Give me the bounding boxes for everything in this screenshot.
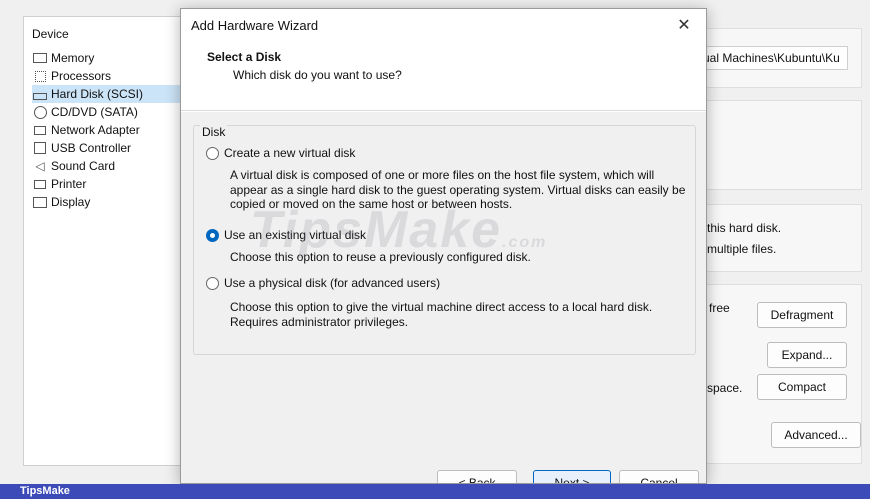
radio-use-physical-disk[interactable] (206, 276, 219, 290)
device-item-memory[interactable]: Memory (32, 49, 182, 67)
dialog-title: Add Hardware Wizard (191, 17, 319, 33)
processor-icon (32, 69, 48, 83)
memory-icon (32, 51, 48, 65)
advanced-button[interactable]: Advanced... (771, 422, 861, 448)
use-existing-disk-label: Use an existing virtual disk (224, 228, 367, 242)
device-label: Memory (51, 51, 95, 65)
radio-create-new-disk[interactable] (206, 146, 219, 160)
cancel-button[interactable]: Cancel (619, 470, 699, 483)
wizard-body: Disk Create a new virtual disk A virtual… (181, 112, 706, 483)
device-item-display[interactable]: Display (32, 193, 182, 211)
device-label: Hard Disk (SCSI) (51, 87, 144, 101)
use-existing-disk-description: Choose this option to reuse a previously… (230, 250, 531, 264)
close-icon[interactable]: ✕ (672, 13, 696, 37)
footer-bar: TipsMake (0, 484, 870, 499)
device-item-printer[interactable]: Printer (32, 175, 182, 193)
speaker-icon: ◁ (35, 159, 45, 173)
defragment-button[interactable]: Defragment (757, 302, 847, 328)
disk-group-label: Disk (200, 125, 228, 139)
disk-info-group (690, 204, 862, 272)
hard-disk-icon (32, 87, 48, 101)
device-label: CD/DVD (SATA) (51, 105, 138, 119)
next-button[interactable]: Next > (533, 470, 611, 483)
create-new-disk-label: Create a new virtual disk (224, 146, 356, 160)
capacity-group (690, 100, 862, 190)
wizard-step-title: Select a Disk (207, 50, 282, 64)
printer-icon (32, 177, 48, 191)
device-item-sound-card[interactable]: ◁ Sound Card (32, 157, 182, 175)
footer-brand: TipsMake (20, 485, 70, 497)
compact-button[interactable]: Compact (757, 374, 847, 400)
device-column-header: Device (32, 27, 69, 41)
device-item-cd-dvd[interactable]: CD/DVD (SATA) (32, 103, 182, 121)
disk-info-line1: this hard disk. (707, 221, 782, 235)
disk-file-path-field[interactable]: ual Machines\Kubuntu\Ku (700, 46, 848, 70)
device-label: Printer (51, 177, 87, 191)
dialog-titlebar: Add Hardware Wizard ✕ (181, 9, 706, 41)
radio-use-existing-disk[interactable] (206, 228, 219, 242)
device-list: Device Memory Processors Hard Disk (SCSI… (23, 16, 183, 466)
wizard-step-subtitle: Which disk do you want to use? (233, 68, 402, 82)
device-label: Network Adapter (51, 123, 140, 137)
display-icon (32, 195, 48, 209)
use-existing-disk-radio-row[interactable]: Use an existing virtual disk (206, 228, 366, 242)
usb-icon (32, 141, 48, 155)
disk-groupbox: Disk Create a new virtual disk A virtual… (193, 125, 696, 355)
back-button[interactable]: < Back (437, 470, 517, 483)
add-hardware-wizard-dialog: Add Hardware Wizard ✕ Select a Disk Whic… (180, 8, 707, 484)
expand-button[interactable]: Expand... (767, 342, 847, 368)
network-adapter-icon (32, 123, 48, 137)
create-new-disk-description: A virtual disk is composed of one or mor… (230, 168, 686, 211)
device-item-usb-controller[interactable]: USB Controller (32, 139, 182, 157)
disk-info-line2: multiple files. (707, 242, 777, 256)
create-new-disk-radio-row[interactable]: Create a new virtual disk (206, 146, 355, 160)
device-item-processors[interactable]: Processors (32, 67, 182, 85)
device-item-hard-disk[interactable]: Hard Disk (SCSI) (32, 85, 182, 103)
use-physical-disk-description: Choose this option to give the virtual m… (230, 300, 653, 329)
wizard-header: Select a Disk Which disk do you want to … (181, 41, 706, 111)
device-label: USB Controller (51, 141, 132, 155)
device-label: Processors (51, 69, 112, 83)
use-physical-disk-label: Use a physical disk (for advanced users) (224, 276, 441, 290)
free-space-text: free (709, 301, 730, 315)
compact-space-text: space. (707, 381, 743, 395)
cd-dvd-icon (32, 105, 48, 119)
device-label: Display (51, 195, 91, 209)
device-item-network-adapter[interactable]: Network Adapter (32, 121, 182, 139)
use-physical-disk-radio-row[interactable]: Use a physical disk (for advanced users) (206, 276, 440, 290)
device-label: Sound Card (51, 159, 116, 173)
